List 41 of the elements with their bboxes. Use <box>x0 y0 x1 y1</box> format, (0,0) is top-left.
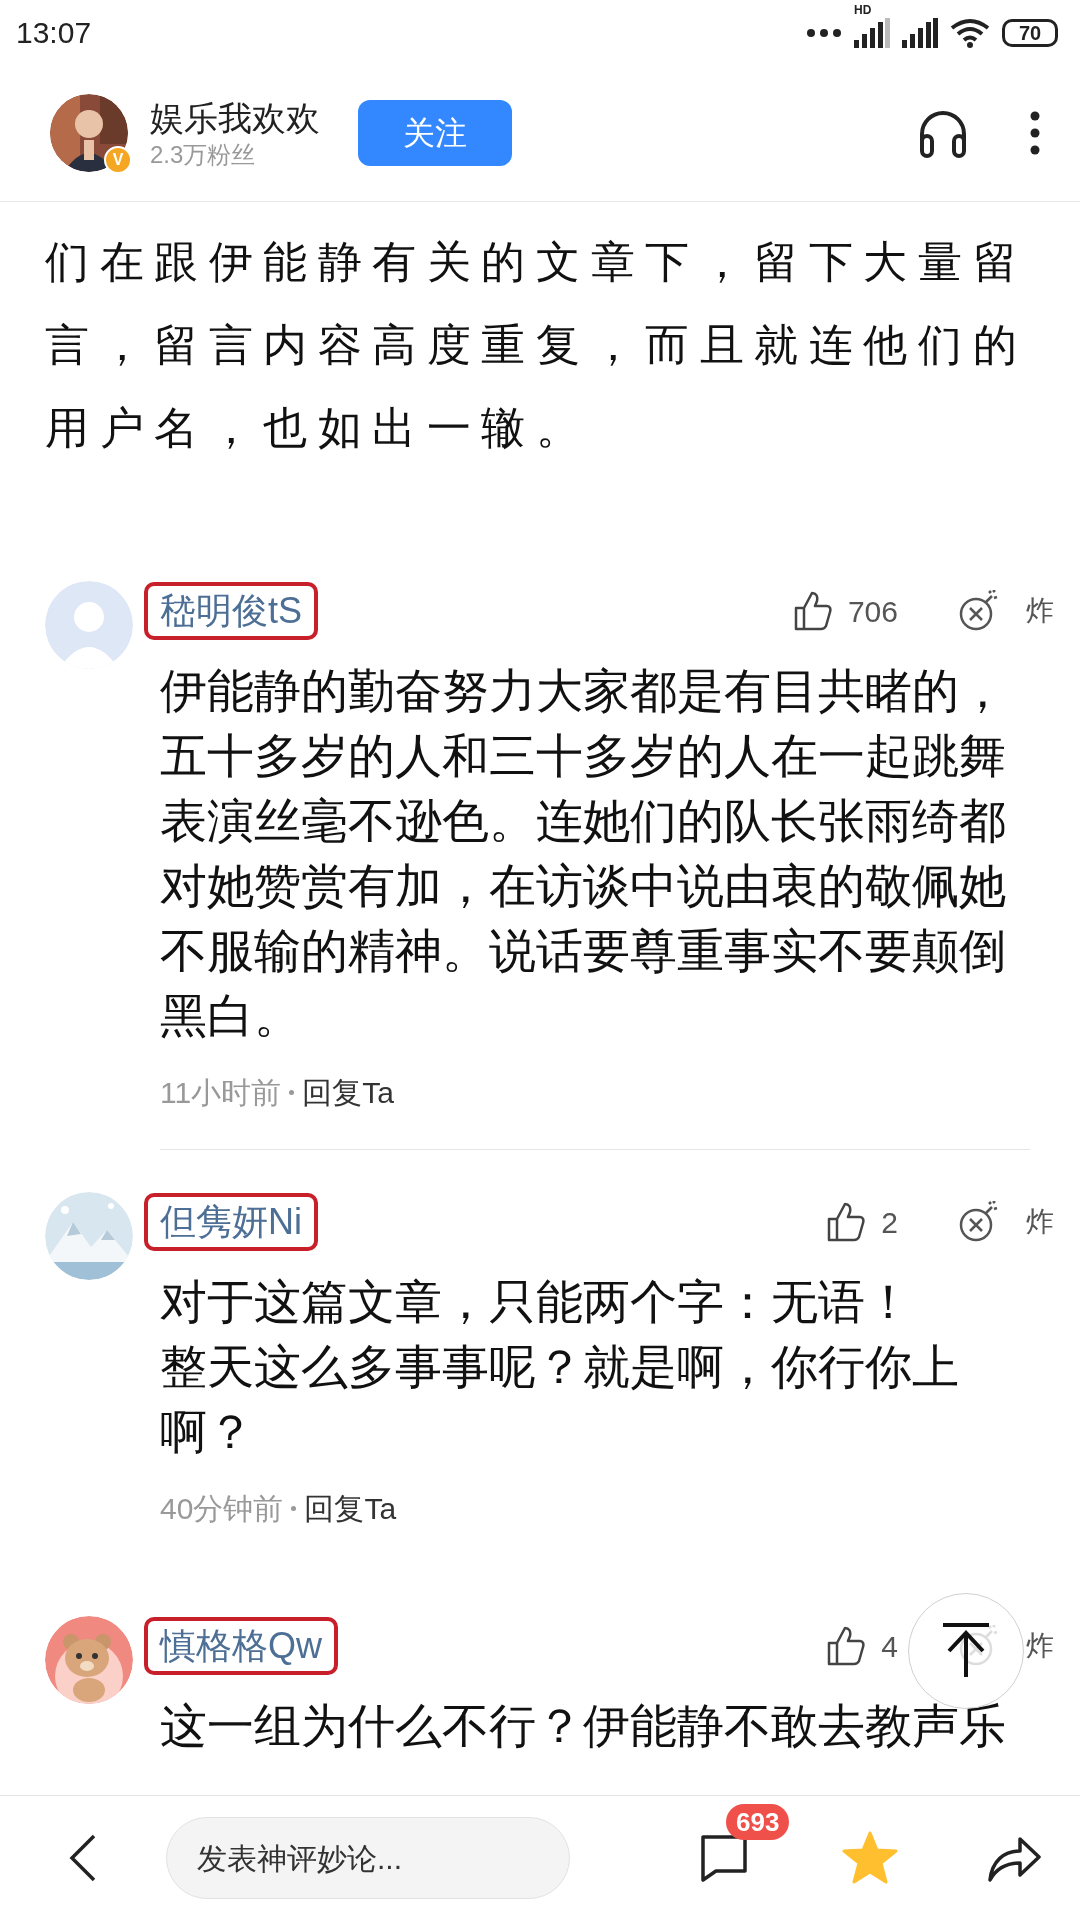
like-count: 4 <box>881 1628 898 1665</box>
thumbs-up-icon[interactable] <box>827 1626 866 1666</box>
comment-input-field[interactable]: 发表神评妙论... <box>166 1817 570 1899</box>
like-count: 2 <box>881 1204 898 1241</box>
comment-text: 这一组为什么不行？伊能静不敢去教声乐 <box>160 1698 1007 1754</box>
verified-badge: V <box>104 146 132 174</box>
comment-icon[interactable] <box>700 1834 748 1882</box>
star-icon[interactable] <box>842 1831 898 1885</box>
battery-icon: 70 <box>1002 18 1058 47</box>
reply-link[interactable]: 回复Ta <box>304 1485 397 1531</box>
wifi-icon <box>950 17 990 48</box>
comment-text: 伊能静的勤奋努力大家都是有目共睹的，五十多岁的人和三十多岁的人在一起跳舞表演丝毫不逊色。连她们的队长张雨绮都对她赞赏有加，在访谈中说由衷的敬佩她不服输的精神。说话要尊重事实不要颠倒黑白。 <box>160 663 1007 1044</box>
bomb-label[interactable]: 炸 <box>1026 1201 1054 1243</box>
status-time: 13:07 <box>16 15 92 51</box>
follower-count: 2.3万粉丝 <box>150 140 257 170</box>
like-count: 706 <box>847 593 898 630</box>
back-icon[interactable] <box>68 1833 98 1883</box>
thumbs-up-icon[interactable] <box>827 1202 866 1242</box>
signal-icon <box>854 17 890 48</box>
comment-time: 40分钟前 <box>160 1490 284 1527</box>
comment-count-badge: 693 <box>726 1804 790 1840</box>
thumbs-up-icon[interactable] <box>793 591 832 631</box>
network-label: HD <box>854 3 872 16</box>
more-icon[interactable] <box>1030 111 1040 155</box>
bomb-label[interactable]: 炸 <box>1026 590 1054 632</box>
comment-text: 整天这么多事事呢？就是啊，你行你上啊？ <box>160 1339 960 1460</box>
bomb-icon[interactable] <box>958 590 998 632</box>
signal-icon <box>902 17 938 48</box>
reply-link[interactable]: 回复Ta <box>302 1069 394 1115</box>
comment-text: 对于这篇文章，只能两个字：无语！ <box>160 1274 913 1330</box>
arrow-up-icon <box>941 1623 991 1679</box>
author-name[interactable]: 娱乐我欢欢 <box>150 96 320 140</box>
article-paragraph: 们在跟伊能静有关的文章下，留下大量留言，留言内容高度重复，而且就连他们的用户名，也如出一辙。 <box>44 236 1029 454</box>
bomb-icon[interactable] <box>958 1201 998 1243</box>
username[interactable]: 但隽妍Ni <box>144 1193 318 1251</box>
bomb-label[interactable]: 炸 <box>1026 1625 1054 1667</box>
username[interactable]: 嵇明俊tS <box>144 582 318 640</box>
comment-time: 11小时前 <box>160 1074 282 1111</box>
comment-input[interactable]: 发表神评妙论... <box>197 1835 557 1881</box>
more-dots-icon <box>806 27 842 38</box>
username[interactable]: 慎格格Qw <box>144 1617 338 1675</box>
